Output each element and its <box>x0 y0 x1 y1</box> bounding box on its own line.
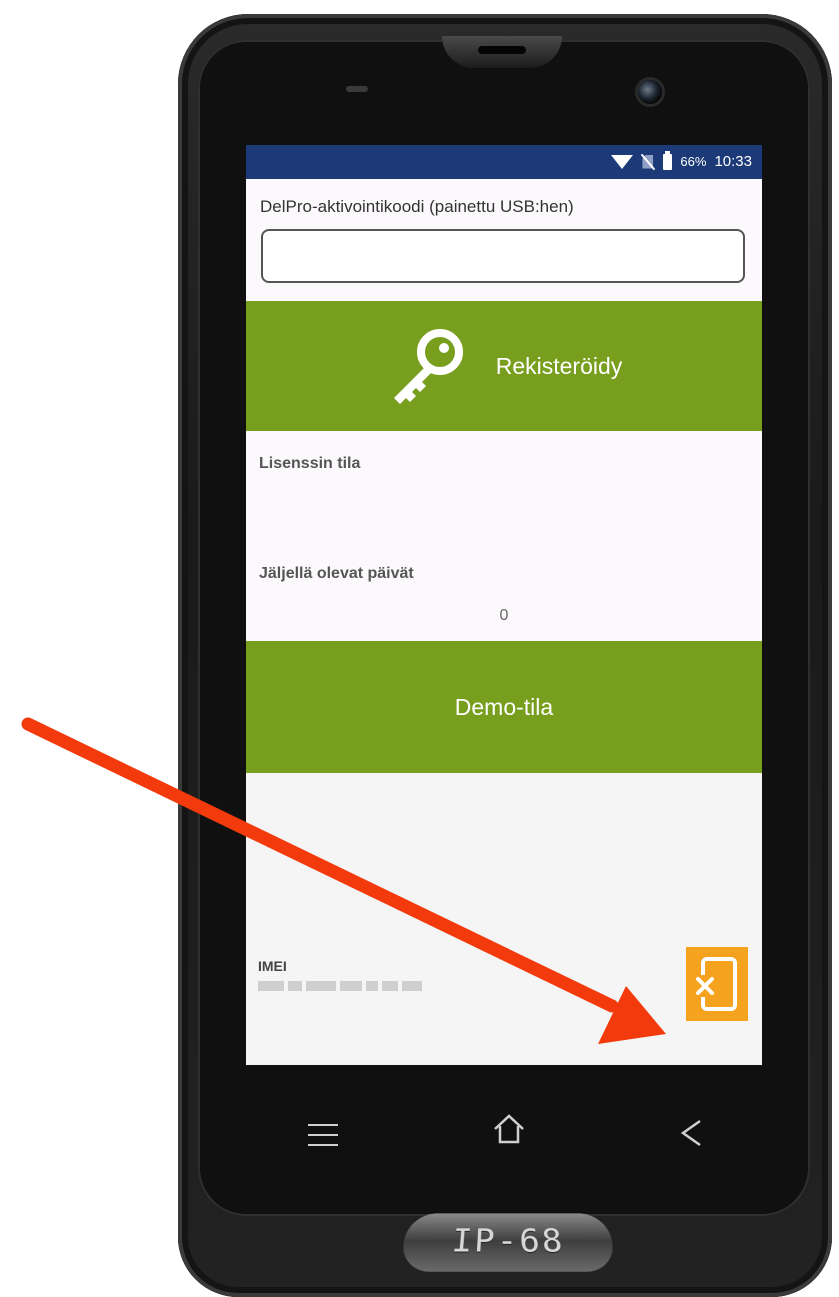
imei-value-redacted <box>258 981 422 991</box>
activation-code-input[interactable] <box>261 229 745 283</box>
demo-mode-label: Demo-tila <box>454 693 554 720</box>
home-icon[interactable] <box>492 1112 526 1146</box>
battery-percent: 66% <box>680 154 707 169</box>
register-label: Rekisteröidy <box>495 352 623 379</box>
status-clock: 10:33 <box>714 153 752 170</box>
phone-screen: 66% 10:33 DelPro-aktivointikoodi (painet… <box>246 145 762 1065</box>
no-sim-icon <box>641 154 655 170</box>
imei-label: IMEI <box>258 958 287 974</box>
front-camera <box>638 80 662 104</box>
proximity-sensor <box>346 86 368 92</box>
wifi-icon <box>611 154 634 169</box>
ip68-label: IP-68 <box>449 1222 567 1261</box>
exit-icon <box>694 957 737 1011</box>
battery-icon <box>663 150 673 170</box>
earpiece-speaker <box>442 36 562 68</box>
exit-app-button[interactable] <box>686 947 748 1021</box>
activation-page: DelPro-aktivointikoodi (painettu USB:hen… <box>246 179 762 1065</box>
register-button[interactable]: Rekisteröidy <box>246 301 762 431</box>
license-status-label: Lisenssin tila <box>259 455 361 472</box>
activation-code-label: DelPro-aktivointikoodi (painettu USB:hen… <box>260 197 574 216</box>
ip68-badge: IP-68 <box>398 1213 618 1272</box>
remaining-days-value: 0 <box>499 607 509 624</box>
status-bar: 66% 10:33 <box>246 145 762 179</box>
menu-icon[interactable] <box>308 1124 338 1146</box>
key-icon <box>386 326 466 406</box>
back-icon[interactable] <box>678 1118 704 1148</box>
demo-mode-button[interactable]: Demo-tila <box>246 641 762 773</box>
remaining-days-label: Jäljellä olevat päivät <box>259 565 414 582</box>
lower-area <box>246 773 762 1065</box>
